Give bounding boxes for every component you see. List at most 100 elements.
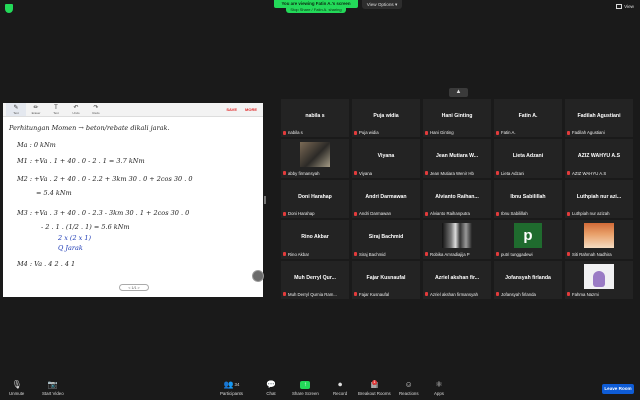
participant-name-label: Fahma Nazmi — [567, 292, 599, 297]
participant-tile[interactable]: Robika Amradiajija P — [423, 220, 491, 259]
participant-tile[interactable]: Viyana Viyana — [352, 139, 420, 178]
participant-name-label: Doni Harahap — [283, 211, 315, 216]
microphone-muted-icon — [567, 292, 570, 297]
text-tool[interactable]: T Text — [46, 103, 66, 116]
tool-label: Text — [13, 110, 19, 115]
participant-avatar — [584, 263, 614, 289]
participant-tile[interactable]: Fajar Kusnaufal Fajar Kusnaufal — [352, 260, 420, 299]
participant-label-text: Siti Rahmah Nadhira — [572, 251, 612, 257]
participant-display-name: nabila s — [305, 113, 325, 119]
view-button[interactable]: View — [616, 4, 634, 9]
participant-display-name: Luthpiah nur azi... — [576, 193, 622, 200]
participant-tile[interactable]: Luthpiah nur azi... Luthpiah nur azizah — [565, 179, 633, 219]
handwritten-line: = 5.4 kNm — [36, 189, 72, 197]
reactions-icon: ☺ — [404, 380, 413, 389]
participant-tile[interactable]: Alvianto Raihan... Alvianto Raihanputra — [423, 179, 491, 219]
participant-avatar — [442, 223, 472, 249]
record-button[interactable]: ⏺ Record — [333, 380, 347, 396]
view-options-button[interactable]: View Options ▾ — [362, 0, 402, 9]
participant-tile[interactable]: Jean Mutiara W... Jean Mutiara Wenir Hb — [423, 139, 491, 178]
eraser-tool[interactable]: ✏ Eraser — [26, 103, 46, 116]
shared-whiteboard[interactable]: ✎ Text ✏ Eraser T Text ↶ Undo ↷ Redo SAV… — [3, 103, 263, 297]
participant-tile[interactable]: Rino Akbar Rino Akbar — [281, 220, 349, 259]
participant-name-label: Fajar Kusnaufal — [354, 292, 389, 297]
participant-tile[interactable]: Fatin A. Fatin A. — [494, 99, 562, 138]
participant-display-name: Ibnu Sabilillah — [510, 193, 546, 200]
participant-tile[interactable]: Fadilah Agustiani Fadilah Agustiani — [565, 99, 633, 138]
apps-button[interactable]: ⚛ Apps — [434, 380, 444, 396]
annotate-pen-icon[interactable] — [252, 270, 264, 282]
participant-label-text: Fatin A. — [501, 130, 516, 136]
participant-display-name: Jean Mutiara W... — [435, 153, 479, 160]
participant-tile[interactable]: Azriel akshan fir... Azriel akshan firman… — [423, 260, 491, 299]
microphone-muted-icon — [496, 292, 499, 297]
participant-tile[interactable]: nabila s nabila s — [281, 99, 349, 138]
participant-label-text: Viyana — [359, 170, 373, 176]
redo-tool[interactable]: ↷ Redo — [86, 103, 106, 116]
participant-name-label: Fadilah Agustiani — [567, 130, 605, 135]
participant-label-text: Azriel akshan firmansyah — [430, 291, 479, 297]
unmute-button[interactable]: 🎙 Unmute — [9, 380, 24, 396]
participant-tile[interactable]: Jofansyah firlanda Jofansyah firlanda — [494, 260, 562, 299]
handwritten-line: Perhitungan Momen → beton/rebate dikali … — [9, 124, 170, 132]
participant-display-name: Puja widia — [373, 113, 399, 119]
participant-tile[interactable]: abby firmansyah — [281, 139, 349, 178]
participant-display-name: Doni Harahap — [298, 193, 332, 200]
participant-tile[interactable]: Hani Ginting Hani Ginting — [423, 99, 491, 138]
view-label: View — [624, 4, 634, 9]
page-indicator[interactable]: < 1/1 > — [119, 284, 149, 291]
participant-tile[interactable]: Puja widia Puja widia — [352, 99, 420, 138]
participant-label-text: Doni Harahap — [288, 211, 315, 217]
handwritten-line: M2 : +Va . 2 + 40 . 0 - 2.2 + 3km 30 . 0… — [17, 175, 193, 183]
share-screen-button[interactable]: ↑ Share Screen — [292, 380, 319, 396]
participant-tile[interactable]: Andri Darmawan Andri Darmawan — [352, 179, 420, 219]
participant-display-name: Azriel akshan fir... — [434, 274, 480, 281]
microphone-muted-icon — [354, 171, 357, 176]
participant-name-label: nabila s — [283, 130, 303, 135]
participant-tile[interactable]: Ibnu Sabilillah Ibnu Sabilillah — [494, 179, 562, 219]
participant-gallery: nabila s nabila s Puja widia Puja widia Hani… — [281, 99, 636, 300]
reactions-button[interactable]: ☺ Reactions — [399, 380, 419, 396]
participant-label-text: Siraj Bachmid — [359, 251, 386, 257]
participant-label-text: Alvianto Raihanputra — [430, 211, 470, 217]
participant-name-label: AZIZ WAHYU A.S — [567, 171, 606, 176]
participant-tile[interactable]: Fahma Nazmi — [565, 260, 633, 299]
chat-button[interactable]: 💬 Chat — [266, 380, 276, 396]
participant-name-label: Hani Ginting — [425, 130, 454, 135]
participant-tile[interactable]: AZIZ WAHYU A.S AZIZ WAHYU A.S — [565, 139, 633, 178]
participant-label-text: Jean Mutiara Wenir Hb — [430, 170, 474, 176]
participant-name-label: Muh Derryl Qurnia Ram... — [283, 292, 337, 297]
meeting-toolbar: 🎙 Unmute 📷 Start Video 👥 34 Participants … — [0, 378, 640, 400]
participant-tile[interactable]: Siti Rahmah Nadhira — [565, 220, 633, 259]
start-video-button[interactable]: 📷 Start Video — [42, 380, 64, 396]
breakout-rooms-button[interactable]: ▦ 1 Breakout Rooms — [358, 380, 391, 396]
participant-tile[interactable]: Siraj Bachmid Siraj Bachmid — [352, 220, 420, 259]
participant-display-name: Muh Derryl Qur... — [294, 274, 336, 281]
microphone-muted-icon — [425, 252, 428, 257]
whiteboard-toolbar: ✎ Text ✏ Eraser T Text ↶ Undo ↷ Redo SAV… — [3, 103, 263, 117]
share-tab[interactable]: Stop Share / Fatin A. sharing — [286, 7, 346, 13]
breakout-rooms-label: Breakout Rooms — [358, 391, 391, 396]
participant-name-label: putri tunggadewi — [496, 252, 533, 257]
split-handle[interactable] — [264, 196, 266, 204]
participant-name-label: Jean Mutiara Wenir Hb — [425, 171, 474, 176]
shield-icon[interactable] — [5, 4, 13, 13]
participant-tile[interactable]: p putri tunggadewi — [494, 220, 562, 259]
save-button[interactable]: SAVE — [226, 107, 237, 112]
participant-label-text: Andri Darmawan — [359, 211, 392, 217]
reactions-label: Reactions — [399, 391, 419, 396]
whiteboard-canvas[interactable]: Perhitungan Momen → beton/rebate dikali … — [3, 117, 263, 297]
unmute-label: Unmute — [9, 391, 25, 396]
leave-room-button[interactable]: Leave Room — [602, 384, 634, 394]
more-button[interactable]: MORE — [245, 107, 257, 112]
microphone-muted-icon — [425, 292, 428, 297]
undo-tool[interactable]: ↶ Undo — [66, 103, 86, 116]
participant-name-label: Andri Darmawan — [354, 211, 391, 216]
participant-tile[interactable]: Lieta Adzani Lieta Adzani — [494, 139, 562, 178]
participants-button[interactable]: 👥 34 Participants — [220, 380, 243, 396]
chevron-up-icon[interactable]: ▲ — [449, 88, 468, 97]
participant-tile[interactable]: Muh Derryl Qur... Muh Derryl Qurnia Ram..… — [281, 260, 349, 299]
participant-label-text: Jofansyah firlanda — [501, 291, 536, 297]
pen-tool[interactable]: ✎ Text — [6, 103, 26, 116]
participant-tile[interactable]: Doni Harahap Doni Harahap — [281, 179, 349, 219]
